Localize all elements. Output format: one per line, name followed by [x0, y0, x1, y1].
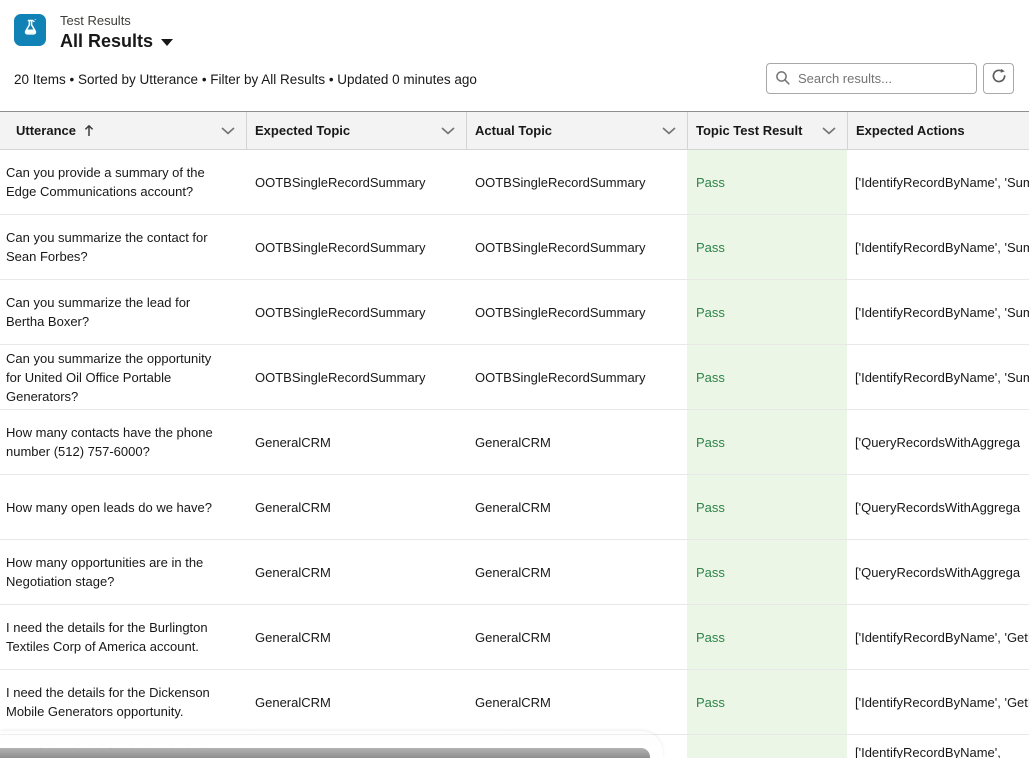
- cell-utterance: Can you summarize the contact for Sean F…: [0, 215, 246, 279]
- horizontal-scrollbar-thumb[interactable]: [0, 748, 650, 758]
- result-value: Pass: [696, 238, 839, 257]
- cell-topic-test-result: Pass: [687, 475, 847, 539]
- chevron-down-icon: [161, 39, 173, 46]
- sort-ascending-icon: [83, 124, 95, 137]
- test-results-page: Test Results All Results 20 Items • Sort…: [0, 0, 1029, 758]
- cell-actual-topic: OOTBSingleRecordSummary: [466, 150, 687, 214]
- flask-icon: [21, 18, 40, 42]
- results-table: Utterance Expected Topic: [0, 111, 1029, 758]
- list-view-name: All Results: [60, 30, 153, 52]
- cell-expected-actions: ['IdentifyRecordByName', 'GetRecordDetai…: [847, 605, 1029, 669]
- column-menu-chevron-icon[interactable]: [221, 127, 235, 135]
- cell-utterance: Can you summarize the lead for Bertha Bo…: [0, 280, 246, 344]
- cell-utterance: I need the details for the Burlington Te…: [0, 605, 246, 669]
- cell-expected-actions: ['QueryRecordsWithAggrega: [847, 410, 1029, 474]
- cell-topic-test-result: Pass: [687, 410, 847, 474]
- column-menu-chevron-icon[interactable]: [822, 127, 836, 135]
- entity-label: Test Results: [60, 13, 173, 29]
- table-row[interactable]: I need the details for the Burlington Te…: [0, 605, 1029, 670]
- cell-topic-test-result: Pass: [687, 670, 847, 734]
- cell-actual-topic: OOTBSingleRecordSummary: [466, 345, 687, 409]
- result-value: Pass: [696, 628, 839, 647]
- table-row[interactable]: Can you summarize the lead for Bertha Bo…: [0, 280, 1029, 345]
- cell-expected-actions: ['IdentifyRecordByName',: [847, 735, 1029, 758]
- refresh-icon: [991, 68, 1007, 89]
- search-input[interactable]: [766, 63, 977, 94]
- table-row[interactable]: How many opportunities are in the Negoti…: [0, 540, 1029, 605]
- cell-expected-actions: ['IdentifyRecordByName', 'SummarizeRecor…: [847, 280, 1029, 344]
- cell-topic-test-result: Pass: [687, 215, 847, 279]
- result-value: Pass: [696, 303, 839, 322]
- cell-topic-test-result: Pass: [687, 150, 847, 214]
- result-value: Pass: [696, 563, 839, 582]
- result-value: Pass: [696, 693, 839, 712]
- cell-expected-topic: GeneralCRM: [246, 670, 466, 734]
- cell-expected-topic: OOTBSingleRecordSummary: [246, 345, 466, 409]
- cell-actual-topic: GeneralCRM: [466, 475, 687, 539]
- refresh-button[interactable]: [983, 63, 1014, 94]
- cell-actual-topic: GeneralCRM: [466, 670, 687, 734]
- table-row[interactable]: How many contacts have the phone number …: [0, 410, 1029, 475]
- cell-expected-actions: ['IdentifyRecordByName', 'SummarizeRecor…: [847, 215, 1029, 279]
- cell-expected-topic: OOTBSingleRecordSummary: [246, 215, 466, 279]
- cell-utterance: I need the details for the Dickenson Mob…: [0, 670, 246, 734]
- cell-actual-topic: GeneralCRM: [466, 540, 687, 604]
- cell-expected-topic: OOTBSingleRecordSummary: [246, 280, 466, 344]
- column-header-utterance[interactable]: Utterance: [0, 112, 246, 149]
- cell-topic-test-result: Pass: [687, 540, 847, 604]
- cell-utterance: How many open leads do we have?: [0, 475, 246, 539]
- cell-expected-actions: ['QueryRecordsWithAggrega: [847, 475, 1029, 539]
- search-box: [766, 63, 977, 94]
- column-header-actual-topic[interactable]: Actual Topic: [466, 112, 687, 149]
- column-header-expected-topic[interactable]: Expected Topic: [246, 112, 466, 149]
- search-icon: [775, 70, 791, 91]
- column-header-topic-test-result[interactable]: Topic Test Result: [687, 112, 847, 149]
- cell-expected-topic: GeneralCRM: [246, 475, 466, 539]
- table-row[interactable]: How many open leads do we have? GeneralC…: [0, 475, 1029, 540]
- list-view-selector[interactable]: All Results: [60, 30, 173, 52]
- table-row[interactable]: Can you provide a summary of the Edge Co…: [0, 150, 1029, 215]
- table-row[interactable]: I need the details for the Dickenson Mob…: [0, 670, 1029, 735]
- cell-expected-actions: ['IdentifyRecordByName', 'SummarizeRecor…: [847, 150, 1029, 214]
- cell-actual-topic: GeneralCRM: [466, 410, 687, 474]
- cell-utterance: Can you summarize the opportunity for Un…: [0, 345, 246, 409]
- cell-topic-test-result: Pass: [687, 280, 847, 344]
- column-header-expected-actions[interactable]: Expected Actions: [847, 112, 1029, 149]
- cell-actual-topic: GeneralCRM: [466, 605, 687, 669]
- result-value: Pass: [696, 368, 839, 387]
- cell-utterance: How many contacts have the phone number …: [0, 410, 246, 474]
- page-title-block: Test Results All Results: [60, 13, 173, 52]
- cell-expected-topic: GeneralCRM: [246, 540, 466, 604]
- cell-expected-topic: GeneralCRM: [246, 410, 466, 474]
- result-value: Pass: [696, 433, 839, 452]
- table-row[interactable]: Can you summarize the opportunity for Un…: [0, 345, 1029, 410]
- column-menu-chevron-icon[interactable]: [662, 127, 676, 135]
- cell-topic-test-result: [687, 735, 847, 758]
- table-row[interactable]: Can you summarize the contact for Sean F…: [0, 215, 1029, 280]
- result-value: Pass: [696, 173, 839, 192]
- cell-expected-actions: ['QueryRecordsWithAggrega: [847, 540, 1029, 604]
- horizontal-scrollbar-track: [0, 731, 663, 758]
- cell-actual-topic: OOTBSingleRecordSummary: [466, 215, 687, 279]
- cell-expected-topic: OOTBSingleRecordSummary: [246, 150, 466, 214]
- table-header-row: Utterance Expected Topic: [0, 112, 1029, 150]
- list-summary: 20 Items • Sorted by Utterance • Filter …: [14, 72, 477, 87]
- cell-utterance: How many opportunities are in the Negoti…: [0, 540, 246, 604]
- column-menu-chevron-icon[interactable]: [441, 127, 455, 135]
- cell-expected-actions: ['IdentifyRecordByName', 'GetRecordDetai…: [847, 670, 1029, 734]
- cell-expected-topic: GeneralCRM: [246, 605, 466, 669]
- result-value: Pass: [696, 498, 839, 517]
- cell-actual-topic: OOTBSingleRecordSummary: [466, 280, 687, 344]
- cell-topic-test-result: Pass: [687, 605, 847, 669]
- table-body: Can you provide a summary of the Edge Co…: [0, 150, 1029, 758]
- cell-topic-test-result: Pass: [687, 345, 847, 409]
- cell-expected-actions: ['IdentifyRecordByName', 'SummarizeRecor…: [847, 345, 1029, 409]
- test-results-object-icon: [14, 14, 46, 46]
- cell-utterance: Can you provide a summary of the Edge Co…: [0, 150, 246, 214]
